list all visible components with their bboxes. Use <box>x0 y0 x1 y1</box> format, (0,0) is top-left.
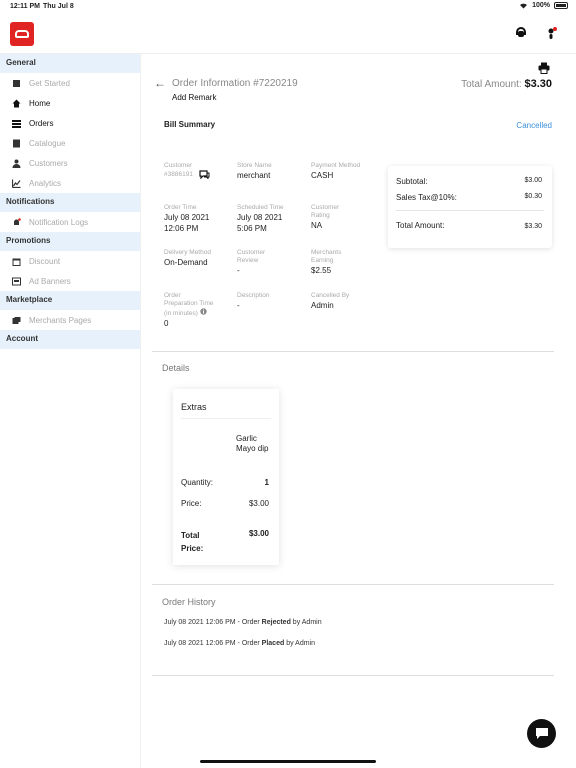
sidebar-item-discount[interactable]: Discount <box>0 251 140 271</box>
customers-icon <box>11 158 21 168</box>
status-bar: 12:11 PM Thu Jul 8 100% <box>0 0 576 14</box>
quantity-row: Quantity: 1 <box>181 478 269 487</box>
item-name: Garlic Mayo dip <box>236 434 269 453</box>
sidebar-item-label: Notification Logs <box>29 217 89 227</box>
history-entry: July 08 2021 12:06 PM - Order Placed by … <box>164 640 315 647</box>
history-entry: July 08 2021 12:06 PM - Order Rejected b… <box>164 619 322 626</box>
support-chat-icon[interactable] <box>514 26 528 40</box>
battery-percent: 100% <box>532 2 550 9</box>
scheduled-time-field: Scheduled Time July 08 2021 5:06 PM <box>237 204 284 233</box>
home-indicator[interactable] <box>200 760 376 763</box>
sidebar-item-merchants-pages[interactable]: Merchants Pages <box>0 310 140 330</box>
order-item-card: Extras Garlic Mayo dip Quantity: 1 Price… <box>173 389 279 565</box>
merchants-earning-field: Merchants Earning $2.55 <box>311 249 342 275</box>
status-date: Thu Jul 8 <box>43 3 74 10</box>
order-time-field: Order Time July 08 2021 12:06 PM <box>164 204 210 233</box>
sidebar-item-label: Home <box>29 98 51 108</box>
store-name-field: Store Name merchant <box>237 162 272 180</box>
customer-id[interactable]: #3886191 <box>164 171 193 179</box>
print-icon[interactable] <box>538 62 550 74</box>
sidebar-item-label: Catalogue <box>29 138 66 148</box>
catalogue-icon <box>11 138 21 148</box>
home-icon <box>11 98 21 108</box>
app-logo[interactable] <box>10 22 34 46</box>
prep-time-field: Order Preparation Time (in minutes) 0 <box>164 292 214 328</box>
sidebar-item-catalogue[interactable]: Catalogue <box>0 133 140 153</box>
sidebar-item-ad-banners[interactable]: Ad Banners <box>0 271 140 291</box>
status-right: 100% <box>519 2 568 9</box>
order-status-badge: Cancelled <box>516 121 552 130</box>
divider <box>152 584 554 585</box>
add-remark-button[interactable]: Add Remark <box>172 93 216 102</box>
sidebar-item-label: Merchants Pages <box>29 315 92 325</box>
sidebar-item-notification-logs[interactable]: Notification Logs <box>0 212 140 232</box>
sidebar-section-promotions: Promotions <box>0 232 140 251</box>
ad-banners-icon <box>11 276 21 286</box>
bill-summary-heading: Bill Summary <box>164 120 216 129</box>
status-time: 12:11 PM <box>10 3 40 10</box>
analytics-icon <box>11 178 21 188</box>
sidebar: General Get Started Home Orders Catalogu… <box>0 54 141 768</box>
sidebar-item-label: Ad Banners <box>29 276 71 286</box>
details-heading: Details <box>162 363 190 373</box>
delivery-method-field: Delivery Method On-Demand <box>164 249 211 267</box>
page-title: Order Information #7220219 <box>172 77 298 89</box>
info-icon[interactable] <box>200 308 207 315</box>
sidebar-item-label: Discount <box>29 256 61 266</box>
total-amount: Total Amount: $3.30 <box>461 78 552 90</box>
customer-review-field: Customer Review - <box>237 249 266 275</box>
chat-button[interactable] <box>527 719 556 748</box>
extras-heading: Extras <box>181 402 207 412</box>
customer-field: Customer #3886191 <box>164 162 234 179</box>
customer-rating-field: Customer Rating NA <box>311 204 340 230</box>
extras-divider <box>181 418 271 419</box>
total-price-row: Total Price: $3.00 <box>181 529 269 553</box>
payment-method-field: Payment Method CASH <box>311 162 361 180</box>
sidebar-section-account: Account <box>0 330 140 349</box>
bill-summary-card: Subtotal: $3.00 Sales Tax@10%: $0.30 Tot… <box>388 166 552 248</box>
order-history-heading: Order History <box>162 597 216 607</box>
sidebar-item-customers[interactable]: Customers <box>0 153 140 173</box>
chat-bubble-icon[interactable] <box>199 170 210 179</box>
cancelled-by-field: Cancelled By Admin <box>311 292 350 310</box>
sidebar-section-general: General <box>0 54 140 73</box>
wifi-icon <box>520 3 528 9</box>
main-content: ← Order Information #7220219 Add Remark … <box>142 54 576 768</box>
sidebar-section-marketplace: Marketplace <box>0 291 140 310</box>
total-amount-label: Total Amount: <box>461 79 522 90</box>
battery-icon <box>554 2 568 9</box>
summary-divider <box>396 210 544 211</box>
sidebar-item-label: Orders <box>29 118 54 128</box>
sales-tax-row: Sales Tax@10%: $0.30 <box>396 193 542 202</box>
discount-icon <box>11 256 21 266</box>
getting-started-icon <box>11 78 21 88</box>
app-header <box>0 14 576 54</box>
back-arrow-icon[interactable]: ← <box>154 76 166 90</box>
subtotal-row: Subtotal: $3.00 <box>396 177 542 186</box>
merchants-pages-icon <box>11 315 21 325</box>
divider <box>152 351 554 352</box>
chat-icon <box>535 728 548 739</box>
sidebar-item-label: Analytics <box>29 178 62 188</box>
divider <box>152 675 554 676</box>
sidebar-item-orders[interactable]: Orders <box>0 113 140 133</box>
sidebar-section-notifications: Notifications <box>0 193 140 212</box>
notification-logs-icon <box>11 217 21 227</box>
orders-icon <box>11 118 21 128</box>
price-row: Price: $3.00 <box>181 499 269 508</box>
sidebar-item-label: Get Started <box>29 78 70 88</box>
total-amount-value: $3.30 <box>524 78 552 90</box>
summary-total-row: Total Amount: $3.30 <box>396 221 542 230</box>
sidebar-item-label: Customers <box>29 158 68 168</box>
profile-icon[interactable] <box>544 26 558 40</box>
order-header: ← Order Information #7220219 <box>154 76 298 90</box>
sidebar-item-get-started[interactable]: Get Started <box>0 73 140 93</box>
sidebar-item-home[interactable]: Home <box>0 93 140 113</box>
sidebar-item-analytics[interactable]: Analytics <box>0 173 140 193</box>
description-field: Description - <box>237 292 270 310</box>
